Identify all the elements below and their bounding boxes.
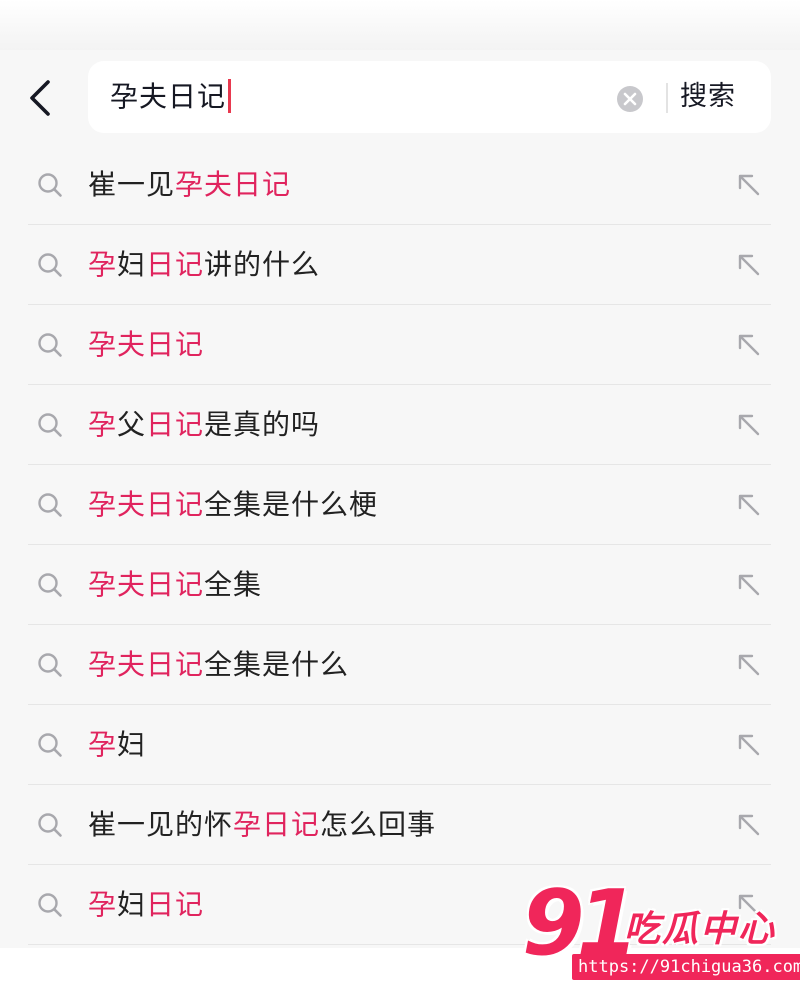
suggestion-item[interactable]: 孕夫日记全集是什么 bbox=[28, 625, 771, 705]
suggestion-item[interactable]: 孕夫日记全集是什么梗 bbox=[28, 465, 771, 545]
search-icon bbox=[36, 891, 64, 919]
suggestion-text: 孕夫日记全集是什么梗 bbox=[88, 485, 378, 525]
arrow-up-left-icon[interactable] bbox=[735, 891, 763, 919]
suggestion-item[interactable]: 孕父日记是真的吗 bbox=[28, 385, 771, 465]
search-icon bbox=[36, 731, 64, 759]
plain-text: 妇 bbox=[117, 728, 147, 761]
search-button[interactable]: 搜索 bbox=[680, 79, 736, 115]
plain-text: 讲的什么 bbox=[204, 248, 321, 281]
highlight-text: 孕夫日记 bbox=[88, 568, 205, 601]
back-button[interactable] bbox=[22, 76, 62, 120]
search-icon bbox=[36, 251, 64, 279]
highlight-text: 日记 bbox=[146, 408, 205, 441]
suggestion-text: 孕夫日记全集是什么 bbox=[88, 645, 349, 685]
plain-text: 全集是什么梗 bbox=[204, 488, 379, 521]
plain-text: 妇 bbox=[117, 248, 147, 281]
plain-text: 是真的吗 bbox=[204, 408, 321, 441]
highlight-text: 日记 bbox=[146, 888, 205, 921]
suggestion-text: 崔一见孕夫日记 bbox=[88, 165, 291, 205]
suggestion-list: 崔一见孕夫日记 孕妇日记讲的什么 孕夫日记 孕父日记是真的吗 孕夫日记全集是什么梗 孕夫日… bbox=[0, 145, 800, 945]
arrow-up-left-icon[interactable] bbox=[735, 651, 763, 679]
status-bar-area bbox=[0, 0, 800, 50]
plain-text: 全集 bbox=[204, 568, 263, 601]
plain-text: 崔一见的怀 bbox=[88, 808, 234, 841]
suggestion-text: 崔一见的怀孕日记怎么回事 bbox=[88, 805, 436, 845]
highlight-text: 孕夫日记 bbox=[88, 488, 205, 521]
highlight-text: 孕夫日记 bbox=[88, 648, 205, 681]
search-icon bbox=[36, 571, 64, 599]
search-input[interactable]: 孕夫日记 bbox=[110, 79, 231, 115]
suggestion-item[interactable]: 孕妇 bbox=[28, 705, 771, 785]
search-icon bbox=[36, 811, 64, 839]
highlight-text: 孕夫日记 bbox=[175, 168, 292, 201]
search-icon bbox=[36, 491, 64, 519]
search-bar[interactable]: 孕夫日记 搜索 bbox=[88, 61, 771, 133]
arrow-up-left-icon[interactable] bbox=[735, 491, 763, 519]
suggestion-item[interactable]: 崔一见的怀孕日记怎么回事 bbox=[28, 785, 771, 865]
highlight-text: 孕 bbox=[88, 408, 118, 441]
arrow-up-left-icon[interactable] bbox=[735, 411, 763, 439]
search-icon bbox=[36, 411, 64, 439]
arrow-up-left-icon[interactable] bbox=[735, 811, 763, 839]
suggestion-item[interactable]: 崔一见孕夫日记 bbox=[28, 145, 771, 225]
arrow-up-left-icon[interactable] bbox=[735, 171, 763, 199]
bottom-area bbox=[0, 948, 800, 1000]
plain-text: 父 bbox=[117, 408, 147, 441]
chevron-left-icon bbox=[30, 80, 50, 116]
arrow-up-left-icon[interactable] bbox=[735, 251, 763, 279]
divider bbox=[666, 83, 668, 113]
suggestion-text: 孕父日记是真的吗 bbox=[88, 405, 320, 445]
suggestion-text: 孕妇 bbox=[88, 725, 146, 765]
search-query-text: 孕夫日记 bbox=[110, 80, 227, 113]
search-icon bbox=[36, 331, 64, 359]
highlight-text: 日记 bbox=[146, 248, 205, 281]
suggestion-text: 孕夫日记 bbox=[88, 325, 204, 365]
highlight-text: 孕 bbox=[88, 728, 118, 761]
highlight-text: 孕夫日记 bbox=[88, 328, 205, 361]
suggestion-item[interactable]: 孕妇日记 bbox=[28, 865, 771, 945]
clear-circle-icon bbox=[617, 86, 643, 112]
arrow-up-left-icon[interactable] bbox=[735, 331, 763, 359]
suggestion-text: 孕夫日记全集 bbox=[88, 565, 262, 605]
suggestion-item[interactable]: 孕夫日记 bbox=[28, 305, 771, 385]
suggestion-item[interactable]: 孕妇日记讲的什么 bbox=[28, 225, 771, 305]
plain-text: 全集是什么 bbox=[204, 648, 350, 681]
arrow-up-left-icon[interactable] bbox=[735, 731, 763, 759]
search-icon bbox=[36, 171, 64, 199]
search-icon bbox=[36, 651, 64, 679]
suggestion-item[interactable]: 孕夫日记全集 bbox=[28, 545, 771, 625]
suggestion-text: 孕妇日记 bbox=[88, 885, 204, 925]
highlight-text: 孕 bbox=[88, 248, 118, 281]
plain-text: 崔一见 bbox=[88, 168, 176, 201]
clear-button[interactable] bbox=[616, 85, 644, 113]
arrow-up-left-icon[interactable] bbox=[735, 571, 763, 599]
highlight-text: 孕 bbox=[88, 888, 118, 921]
suggestion-text: 孕妇日记讲的什么 bbox=[88, 245, 320, 285]
highlight-text: 孕日记 bbox=[233, 808, 321, 841]
plain-text: 怎么回事 bbox=[320, 808, 437, 841]
text-caret bbox=[228, 79, 231, 113]
plain-text: 妇 bbox=[117, 888, 147, 921]
